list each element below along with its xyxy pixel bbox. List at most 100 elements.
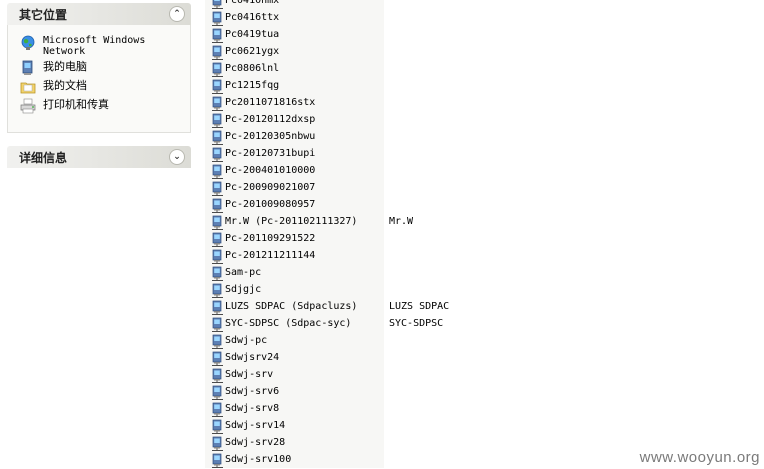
details-header[interactable]: 详细信息 ⌄ bbox=[7, 146, 191, 168]
network-computer-icon bbox=[212, 198, 223, 213]
my-computer-icon bbox=[22, 60, 33, 75]
computer-list-item[interactable]: Sdwjsrv24 bbox=[205, 350, 764, 367]
computer-list-item[interactable]: SYC-SDPSC (Sdpac-syc) SYC-SDPSC bbox=[205, 316, 764, 333]
computer-list-item[interactable]: LUZS SDPAC (Sdpacluzs) LUZS SDPAC bbox=[205, 299, 764, 316]
computer-list-item[interactable]: Pc0410hmx bbox=[205, 0, 764, 10]
computer-list-item[interactable]: Pc1215fqg bbox=[205, 78, 764, 95]
place-label: 打印机和传真 bbox=[43, 98, 109, 111]
details-title: 详细信息 bbox=[19, 150, 68, 165]
computer-list-item[interactable]: Pc0621ygx bbox=[205, 44, 764, 61]
place-item-network[interactable]: Microsoft Windows Network bbox=[20, 35, 190, 57]
computer-list-item[interactable]: Pc-20120731bupi bbox=[205, 146, 764, 163]
network-computer-icon bbox=[212, 334, 223, 349]
computer-name: Pc1215fqg bbox=[225, 80, 280, 91]
network-computer-icon bbox=[212, 232, 223, 247]
computer-list-item[interactable]: Pc-20120112dxsp bbox=[205, 112, 764, 129]
printer-fax-icon bbox=[20, 98, 36, 114]
network-computer-icon bbox=[212, 11, 223, 26]
computer-name: SYC-SDPSC (Sdpac-syc) bbox=[225, 318, 352, 329]
network-computer-icon bbox=[212, 28, 223, 43]
network-computer-icon bbox=[212, 419, 223, 434]
computer-list-item[interactable]: Sdjgjc bbox=[205, 282, 764, 299]
network-computer-icon bbox=[212, 402, 223, 417]
network-computer-icon bbox=[212, 62, 223, 77]
computer-list-item[interactable]: Pc2011071816stx bbox=[205, 95, 764, 112]
computer-name: Pc0419tua bbox=[225, 29, 280, 40]
place-label: Microsoft Windows Network bbox=[43, 35, 146, 57]
network-computer-icon bbox=[212, 317, 223, 332]
computer-name: Pc-20120731bupi bbox=[225, 148, 316, 159]
computer-name: Sdwj-srv28 bbox=[225, 437, 286, 448]
computer-name: Pc-201211211144 bbox=[225, 250, 316, 261]
computer-list-item[interactable]: Mr.W (Pc-201102111327) Mr.W bbox=[205, 214, 764, 231]
computer-name: Sdwj-srv8 bbox=[225, 403, 280, 414]
network-computer-icon bbox=[212, 130, 223, 145]
computer-name: Pc-200909021007 bbox=[225, 182, 316, 193]
expand-chevron-down-icon[interactable]: ⌄ bbox=[169, 149, 185, 165]
computer-comment: SYC-SDPSC bbox=[389, 318, 444, 329]
network-computer-icon bbox=[212, 181, 223, 196]
computer-name: Pc-20120305nbwu bbox=[225, 131, 316, 142]
computer-name: Sdwj-srv6 bbox=[225, 386, 280, 397]
computer-comment: Mr.W bbox=[389, 216, 414, 227]
network-computer-icon bbox=[212, 79, 223, 94]
computer-name: Pc-201009080957 bbox=[225, 199, 316, 210]
task-pane: 其它位置 ⌃ Microsoft Windows Network 我的电脑 我的… bbox=[0, 0, 200, 468]
my-documents-folder-icon bbox=[20, 82, 36, 94]
computer-list-item[interactable]: Pc-20120305nbwu bbox=[205, 129, 764, 146]
computer-list-item[interactable]: Pc-201109291522 bbox=[205, 231, 764, 248]
computer-list-item[interactable]: Pc-201211211144 bbox=[205, 248, 764, 265]
computer-name: Pc-200401010000 bbox=[225, 165, 316, 176]
network-computer-icon bbox=[212, 147, 223, 162]
computer-list-item[interactable]: Pc0419tua bbox=[205, 27, 764, 44]
computer-list: Pc0410hmx Pc0416ttx Pc0419tua Pc0621ygx Pc08… bbox=[205, 0, 764, 469]
computer-list-item[interactable]: Pc-200909021007 bbox=[205, 180, 764, 197]
computer-list-view: Pc0410hmx Pc0416ttx Pc0419tua Pc0621ygx Pc08… bbox=[205, 0, 764, 468]
other-places-title: 其它位置 bbox=[19, 7, 68, 22]
computer-list-item[interactable]: Sam-pc bbox=[205, 265, 764, 282]
computer-name: Sdwj-srv100 bbox=[225, 454, 292, 465]
computer-name: Sam-pc bbox=[225, 267, 262, 278]
computer-name: Sdwj-pc bbox=[225, 335, 268, 346]
collapse-chevron-up-icon[interactable]: ⌃ bbox=[169, 6, 185, 22]
network-computer-icon bbox=[212, 45, 223, 60]
watermark-text: www.wooyun.org bbox=[639, 449, 760, 466]
place-item-my-computer[interactable]: 我的电脑 bbox=[20, 60, 190, 76]
network-computer-icon bbox=[212, 113, 223, 128]
network-computer-icon bbox=[212, 164, 223, 179]
network-computer-icon bbox=[212, 300, 223, 315]
computer-name: Mr.W (Pc-201102111327) bbox=[225, 216, 358, 227]
network-computer-icon bbox=[212, 385, 223, 400]
computer-list-item[interactable]: Pc0416ttx bbox=[205, 10, 764, 27]
computer-name: Sdwj-srv bbox=[225, 369, 274, 380]
computer-list-item[interactable]: Sdwj-srv14 bbox=[205, 418, 764, 435]
computer-name: LUZS SDPAC (Sdpacluzs) bbox=[225, 301, 358, 312]
computer-name: Pc-20120112dxsp bbox=[225, 114, 316, 125]
network-computer-icon bbox=[212, 249, 223, 264]
computer-name: Pc2011071816stx bbox=[225, 97, 316, 108]
computer-list-item[interactable]: Sdwj-srv6 bbox=[205, 384, 764, 401]
computer-list-item[interactable]: Pc-200401010000 bbox=[205, 163, 764, 180]
network-computer-icon bbox=[212, 215, 223, 230]
computer-name: Sdjgjc bbox=[225, 284, 262, 295]
network-computer-icon bbox=[212, 0, 223, 9]
computer-name: Pc-201109291522 bbox=[225, 233, 316, 244]
other-places-header[interactable]: 其它位置 ⌃ bbox=[7, 3, 191, 25]
network-computer-icon bbox=[212, 453, 223, 468]
computer-list-item[interactable]: Pc-201009080957 bbox=[205, 197, 764, 214]
place-item-printers[interactable]: 打印机和传真 bbox=[20, 98, 190, 114]
network-computer-icon bbox=[212, 96, 223, 111]
computer-list-item[interactable]: Pc0806lnl bbox=[205, 61, 764, 78]
computer-list-item[interactable]: Sdwj-srv8 bbox=[205, 401, 764, 418]
place-label: 我的文档 bbox=[43, 79, 87, 92]
network-computer-icon bbox=[212, 266, 223, 281]
computer-name: Pc0806lnl bbox=[225, 63, 280, 74]
other-places-panel: Microsoft Windows Network 我的电脑 我的文档 打印机和… bbox=[7, 25, 191, 133]
computer-list-item[interactable]: Sdwj-pc bbox=[205, 333, 764, 350]
place-label: 我的电脑 bbox=[43, 60, 87, 73]
computer-comment: LUZS SDPAC bbox=[389, 301, 450, 312]
computer-name: Pc0416ttx bbox=[225, 12, 280, 23]
place-item-my-documents[interactable]: 我的文档 bbox=[20, 79, 190, 95]
computer-list-item[interactable]: Sdwj-srv bbox=[205, 367, 764, 384]
network-computer-icon bbox=[212, 283, 223, 298]
